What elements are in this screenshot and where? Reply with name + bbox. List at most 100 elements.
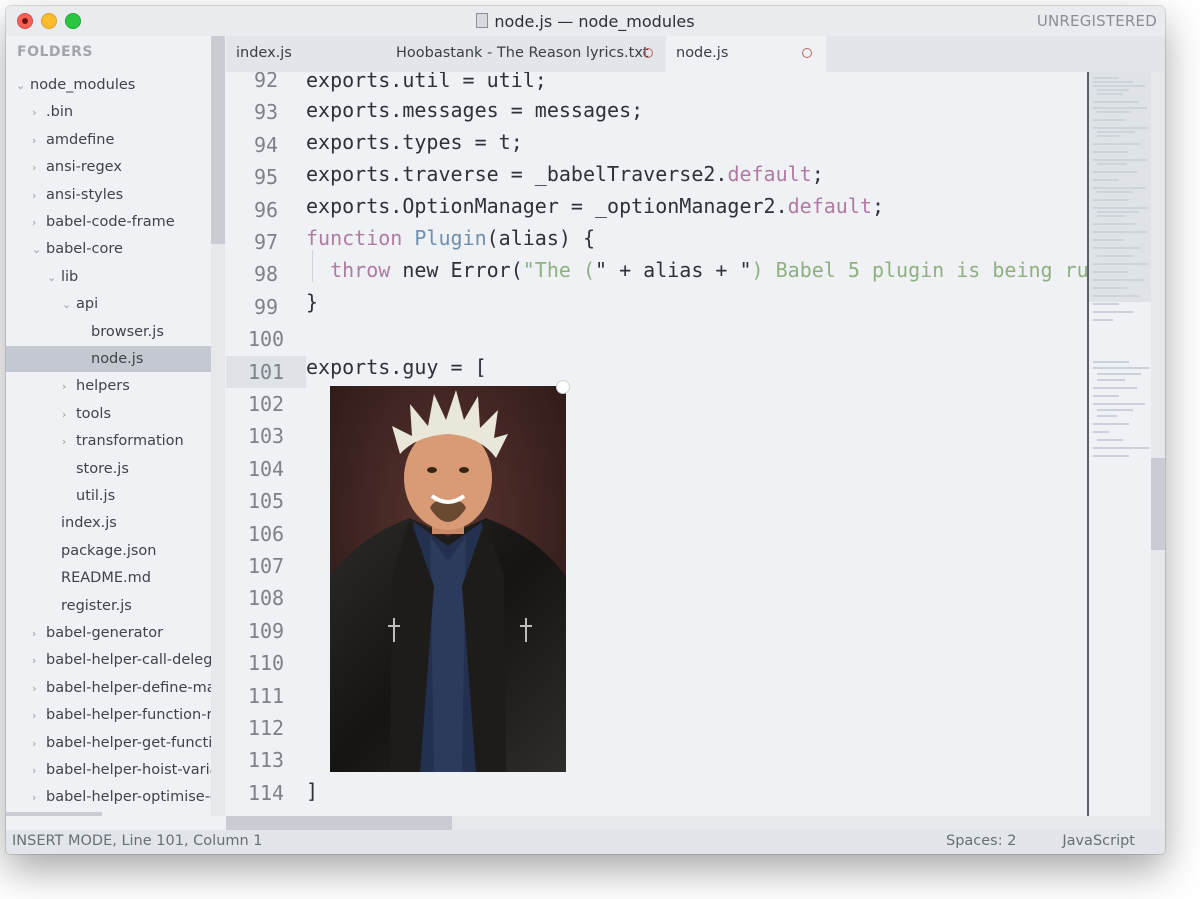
chevron-down-icon[interactable]: ⌄ (32, 237, 46, 262)
indentation-setting[interactable]: Spaces: 2 (946, 830, 1016, 852)
tree-item[interactable]: ⌄ babel-core (6, 236, 211, 262)
tree-item[interactable]: ⌄ lib (6, 264, 211, 290)
tree-item[interactable]: › babel-generator (6, 620, 211, 646)
unsaved-dot-icon[interactable] (643, 48, 653, 58)
tab-hoobastank-lyrics[interactable]: Hoobastank - The Reason lyrics.txt (386, 36, 666, 72)
line-number: 107 (247, 554, 285, 578)
line-number: 106 (247, 521, 285, 546)
tree-item[interactable]: node.js (6, 346, 211, 372)
tab-node-js[interactable]: node.js (666, 36, 826, 72)
tree-item[interactable]: › transformation (6, 428, 211, 454)
tree-item-label: package.json (61, 542, 157, 559)
image-resize-handle[interactable] (556, 380, 570, 394)
tree-item[interactable]: › .bin (6, 99, 211, 125)
tree-item[interactable]: › babel-code-frame (6, 209, 211, 235)
chevron-down-icon[interactable]: ⌄ (16, 73, 30, 98)
tree-item-label: lib (61, 268, 79, 285)
chevron-right-icon[interactable]: › (32, 210, 46, 235)
tree-item[interactable]: ⌄ api (6, 291, 211, 317)
editor-horizontal-scrollbar-thumb[interactable] (226, 816, 452, 830)
editor-horizontal-scrollbar[interactable] (226, 816, 1165, 830)
tree-item[interactable]: › babel-helper-hoist-varia (6, 757, 211, 783)
tree-item[interactable]: util.js (6, 483, 211, 509)
code-line-93[interactable]: exports.messages = messages; (306, 94, 643, 126)
editor-vertical-scrollbar-thumb[interactable] (1151, 458, 1165, 550)
status-mode: INSERT MODE, Line 101, Column 1 (12, 833, 263, 849)
chevron-right-icon[interactable]: › (32, 100, 46, 125)
line-number: 94 (253, 132, 279, 157)
editor-vertical-scrollbar[interactable] (1151, 72, 1165, 816)
chevron-right-icon[interactable]: › (32, 648, 46, 673)
tree-item[interactable]: › tools (6, 401, 211, 427)
tree-item[interactable]: browser.js (6, 319, 211, 345)
tree-item[interactable]: store.js (6, 456, 211, 482)
chevron-down-icon[interactable]: ⌄ (62, 292, 76, 317)
tree-item-label: browser.js (91, 323, 164, 340)
tree-item[interactable]: register.js (6, 593, 211, 619)
tree-item[interactable]: index.js (6, 510, 211, 536)
chevron-right-icon[interactable]: › (32, 621, 46, 646)
code-line-98[interactable]: throw new Error("The (" + alias + ") Bab… (306, 254, 1087, 286)
tree-item-label: babel-core (46, 241, 123, 258)
chevron-right-icon[interactable]: › (32, 758, 46, 783)
chevron-right-icon[interactable]: › (32, 676, 46, 701)
code-line-101[interactable]: exports.guy = [ (306, 351, 487, 383)
minimap-viewport[interactable] (1089, 72, 1153, 302)
line-number: 101 (226, 355, 306, 388)
tree-item-label: babel-helper-hoist-varia (46, 762, 211, 778)
code-text: exports.OptionManager = _optionManager2. (306, 194, 788, 218)
code-text: ; (871, 194, 884, 218)
code-text: exports.traverse = _babelTraverse2. (306, 162, 728, 186)
chevron-right-icon[interactable]: › (62, 402, 76, 427)
code-line-114[interactable]: ] (306, 775, 318, 807)
code-text: new Error( (390, 258, 523, 282)
chevron-right-icon[interactable]: › (32, 183, 46, 208)
tree-item-label: babel-helper-optimise-c (46, 789, 211, 806)
chevron-right-icon[interactable]: › (62, 429, 76, 454)
line-number: 100 (247, 327, 285, 352)
chevron-right-icon[interactable]: › (32, 785, 46, 810)
tree-item[interactable]: › amdefine (6, 127, 211, 153)
sidebar-scrollbar[interactable] (211, 36, 225, 816)
tree-item[interactable]: › babel-helper-define-ma (6, 675, 211, 701)
tab-label: Hoobastank - The Reason lyrics.txt (396, 45, 649, 61)
chevron-right-icon[interactable]: › (32, 731, 46, 756)
tree-item-label: babel-helper-define-ma (46, 679, 211, 696)
chevron-right-icon[interactable]: › (32, 703, 46, 728)
chevron-right-icon[interactable]: › (62, 374, 76, 399)
tree-item[interactable]: › babel-helper-optimise-c (6, 784, 211, 810)
tree-item[interactable]: › babel-helper-call-deleg (6, 647, 211, 673)
chevron-down-icon[interactable]: ⌄ (47, 265, 61, 290)
document-icon (476, 13, 489, 28)
tree-item[interactable]: › helpers (6, 373, 211, 399)
tree-item[interactable]: ⌄ node_modules (6, 72, 211, 98)
code-line-95[interactable]: exports.traverse = _babelTraverse2.defau… (306, 158, 824, 190)
line-number: 109 (247, 618, 285, 643)
title-bar[interactable]: node.js — node_modules UNREGISTERED (6, 6, 1165, 36)
sidebar-scrollbar-thumb[interactable] (211, 36, 225, 244)
code-line-99[interactable]: } (306, 286, 318, 318)
tree-item[interactable]: README.md (6, 565, 211, 591)
chevron-right-icon[interactable]: › (32, 128, 46, 153)
code-text: " + alias + " (595, 258, 752, 282)
code-line-96[interactable]: exports.OptionManager = _optionManager2.… (306, 190, 884, 222)
chevron-right-icon[interactable]: › (32, 155, 46, 180)
person-photo[interactable] (330, 380, 570, 772)
unsaved-dot-icon[interactable] (802, 48, 812, 58)
tree-item[interactable]: package.json (6, 538, 211, 564)
tree-item[interactable]: › ansi-regex (6, 154, 211, 180)
code-keyword: function (306, 226, 403, 250)
tree-item[interactable]: › babel-helper-function-r (6, 702, 211, 728)
tree-item-label: babel-helper-call-deleg (46, 652, 211, 669)
syntax-selector[interactable]: JavaScript (1062, 830, 1135, 852)
tab-index-js[interactable]: index.js (226, 36, 386, 72)
tree-item[interactable]: › babel-helper-get-functi (6, 730, 211, 756)
tab-bar: index.js Hoobastank - The Reason lyrics.… (226, 36, 1165, 72)
minimap[interactable] (1087, 72, 1153, 816)
tree-item[interactable]: › ansi-styles (6, 182, 211, 208)
sidebar-horizontal-scroll-thumb[interactable] (6, 812, 102, 816)
line-number: 110 (247, 651, 285, 676)
code-line-94[interactable]: exports.types = t; (306, 126, 523, 158)
code-line-92[interactable]: exports.util = util; (306, 72, 547, 96)
code-line-97[interactable]: function Plugin(alias) { (306, 222, 595, 254)
